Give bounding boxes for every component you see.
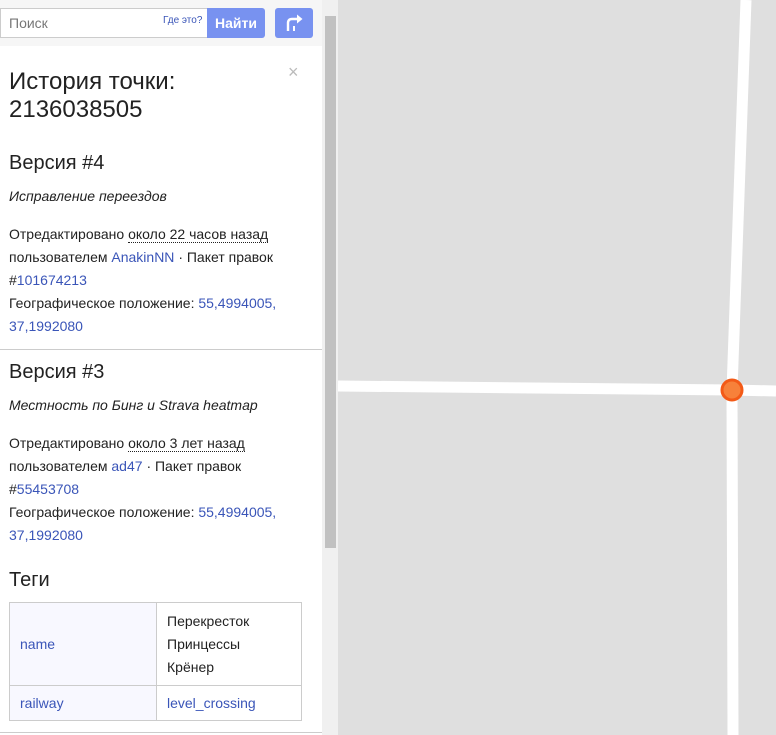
edited-prefix: Отредактировано — [9, 435, 125, 451]
map-canvas[interactable] — [338, 0, 776, 735]
user-link[interactable]: ad47 — [111, 458, 142, 474]
edited-time: около 22 часов назад — [128, 226, 269, 243]
close-icon[interactable]: × — [288, 62, 299, 83]
divider — [0, 349, 322, 350]
search-button[interactable]: Найти — [207, 8, 265, 38]
road-horizontal — [338, 380, 776, 397]
changeset-link[interactable]: 55453708 — [17, 481, 79, 497]
edited-prefix: Отредактировано — [9, 226, 125, 242]
road-vertical — [726, 0, 752, 735]
table-row: railway level_crossing — [9, 685, 302, 721]
location-label: Географическое положение: — [9, 504, 195, 520]
changeset-label: · Пакет правок — [146, 458, 242, 474]
tag-key[interactable]: name — [9, 602, 157, 686]
tag-value[interactable]: level_crossing — [156, 685, 302, 721]
table-row: name Перекресток Принцессы Крёнер — [9, 602, 302, 686]
page-title: История точки: 2136038505 — [9, 68, 176, 123]
changeset-hash: # — [9, 272, 17, 288]
changeset-hash: # — [9, 481, 17, 497]
by-label: пользователем — [9, 458, 108, 474]
map-view[interactable] — [338, 0, 776, 735]
version-meta: Отредактировано около 3 лет назад пользо… — [9, 432, 299, 547]
where-is-this-link[interactable]: Где это? — [163, 15, 202, 26]
user-link[interactable]: AnakinNN — [111, 249, 174, 265]
by-label: пользователем — [9, 249, 108, 265]
changeset-link[interactable]: 101674213 — [17, 272, 87, 288]
version-comment: Исправление переездов — [9, 188, 167, 204]
version-comment: Местность по Бинг и Strava heatmap — [9, 397, 258, 413]
tag-value-link[interactable]: level_crossing — [167, 695, 256, 711]
edited-time: около 3 лет назад — [128, 435, 245, 452]
divider — [0, 732, 322, 733]
tag-key-link[interactable]: name — [20, 636, 55, 652]
directions-button[interactable] — [275, 8, 313, 38]
tags-heading: Теги — [9, 569, 50, 591]
version-heading: Версия #4 — [9, 152, 105, 174]
version-meta: Отредактировано около 22 часов назад пол… — [9, 223, 299, 338]
history-panel: История точки: 2136038505 × Версия #4 Ис… — [0, 46, 322, 735]
scrollbar-thumb[interactable] — [325, 16, 336, 548]
tag-key-link[interactable]: railway — [20, 695, 64, 711]
changeset-label: · Пакет правок — [178, 249, 273, 265]
selected-node-marker[interactable] — [720, 378, 744, 402]
tags-table: name Перекресток Принцессы Крёнер railwa… — [9, 602, 302, 721]
search-bar: Где это? Найти — [0, 0, 322, 46]
location-label: Географическое положение: — [9, 295, 195, 311]
tag-key[interactable]: railway — [9, 685, 157, 721]
version-heading: Версия #3 — [9, 361, 105, 383]
directions-icon — [283, 12, 305, 35]
sidebar: Где это? Найти История точки: 2136038505… — [0, 0, 338, 735]
tag-value: Перекресток Принцессы Крёнер — [156, 602, 302, 686]
